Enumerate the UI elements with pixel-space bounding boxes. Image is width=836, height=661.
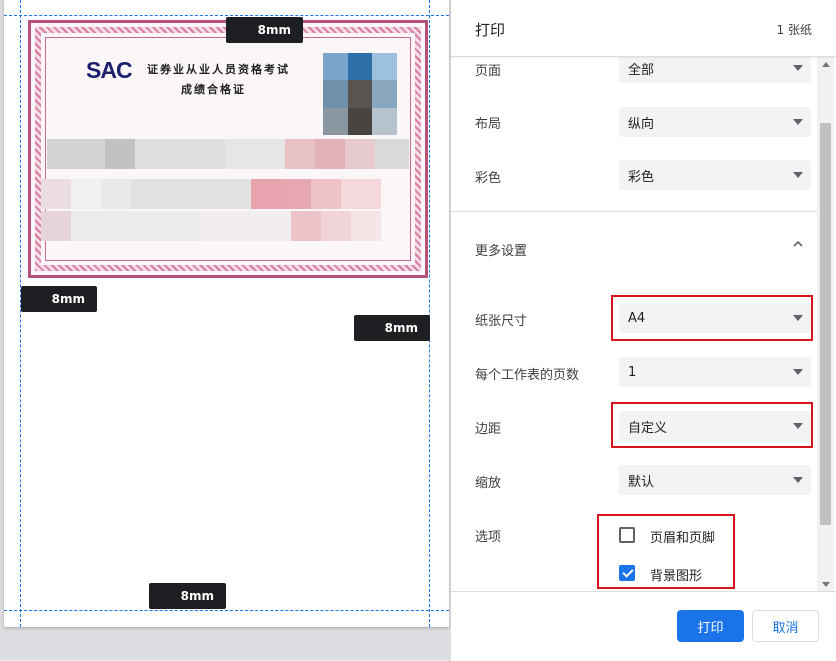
top-margin-label[interactable]: 8mm <box>226 17 303 43</box>
layout-select-value: 纵向 <box>628 116 655 132</box>
more-settings-toggle[interactable]: 更多设置 <box>475 240 527 259</box>
pages-per-sheet-label: 每个工作表的页数 <box>475 368 580 383</box>
chevron-down-icon <box>793 119 803 125</box>
dialog-title: 打印 <box>475 21 506 39</box>
left-margin-guide[interactable] <box>20 0 21 627</box>
right-margin-label[interactable]: 8mm <box>354 315 430 341</box>
scroll-down-arrow-icon[interactable] <box>822 582 830 587</box>
scale-select-value: 默认 <box>628 474 655 490</box>
cancel-button[interactable]: 取消 <box>752 610 819 642</box>
color-select-value: 彩色 <box>628 169 655 185</box>
print-button[interactable]: 打印 <box>677 610 744 642</box>
chevron-down-icon <box>793 369 803 375</box>
preview-page: SAC 证券业从业人员资格考试 成绩合格证 8mm 8mm 8mm 8mm <box>4 0 449 627</box>
pages-per-sheet-select[interactable]: 1 <box>619 357 811 387</box>
layout-label: 布局 <box>475 117 502 132</box>
scrollbar-thumb[interactable] <box>820 123 831 525</box>
blurred-info-row <box>47 139 409 169</box>
scroll-up-arrow-icon[interactable] <box>822 62 830 67</box>
options-label: 选项 <box>475 530 502 545</box>
pages-per-sheet-select-value: 1 <box>628 364 637 380</box>
color-label: 彩色 <box>475 171 502 186</box>
panel-footer: 打印 取消 <box>451 591 836 661</box>
pages-select[interactable]: 全部 <box>619 57 811 83</box>
pages-select-value: 全部 <box>628 62 655 78</box>
sheet-count: 1 张纸 <box>776 23 812 37</box>
chevron-down-icon <box>793 65 803 71</box>
scale-select[interactable]: 默认 <box>619 465 811 495</box>
options-highlight <box>597 514 735 589</box>
sac-logo: SAC <box>86 57 133 83</box>
blurred-info-row <box>41 211 401 241</box>
margins-label: 边距 <box>475 422 502 437</box>
paper-size-highlight <box>611 295 813 341</box>
section-divider <box>451 211 821 212</box>
pages-label: 页面 <box>475 64 502 79</box>
color-select[interactable]: 彩色 <box>619 160 811 190</box>
certificate-title: 证券业从业人员资格考试 <box>147 63 290 76</box>
right-margin-guide[interactable] <box>429 0 430 627</box>
settings-list: 页面 全部 布局 纵向 彩色 彩色 更多设置 纸张尺寸 A4 每个工作表的页数 … <box>451 57 836 591</box>
chevron-down-icon <box>793 477 803 483</box>
layout-select[interactable]: 纵向 <box>619 107 811 137</box>
paper-size-label: 纸张尺寸 <box>475 314 528 329</box>
left-margin-label[interactable]: 8mm <box>21 286 97 312</box>
certificate-subtitle: 成绩合格证 <box>181 83 246 96</box>
photo-mosaic <box>323 53 397 135</box>
blurred-info-row <box>41 179 381 209</box>
top-margin-guide[interactable] <box>4 15 449 16</box>
bottom-margin-guide[interactable] <box>4 610 449 611</box>
print-settings-panel: 打印 1 张纸 页面 全部 布局 纵向 彩色 彩色 更多设置 纸张尺寸 A4 每… <box>451 0 836 661</box>
certificate-image: SAC 证券业从业人员资格考试 成绩合格证 <box>28 20 428 278</box>
panel-header: 打印 1 张纸 <box>451 0 836 57</box>
scale-label: 缩放 <box>475 476 502 491</box>
bottom-margin-label[interactable]: 8mm <box>149 583 226 609</box>
print-preview-area: SAC 证券业从业人员资格考试 成绩合格证 8mm 8mm 8mm 8mm <box>0 0 451 660</box>
chevron-up-icon[interactable] <box>793 239 803 249</box>
margins-highlight <box>611 402 813 448</box>
chevron-down-icon <box>793 172 803 178</box>
